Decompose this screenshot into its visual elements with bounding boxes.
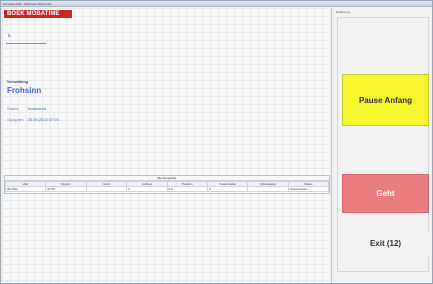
exit-label: Exit (12) <box>369 239 402 248</box>
left-panel: BOEK MOBATIME ↳ Verwaltung Frohsinn Stat… <box>2 8 332 283</box>
right-panel: Erfassung Pause Anfang Geht Exit (12) <box>334 8 432 283</box>
booking-grid: Zeit Region Grob Auftrag Position Kosten… <box>4 181 330 192</box>
status-value: Anwesend <box>27 106 47 111</box>
window-titlebar: Terminal 4411 - ${Sensor Client} Obj <box>1 1 432 7</box>
cell-auftrag: 0 <box>126 186 168 192</box>
cell-status: Anwesenheit <box>287 186 330 192</box>
cell-arbeitsgang <box>247 186 289 192</box>
status-row: Status Anwesend <box>7 106 46 111</box>
pause-start-button[interactable]: Pause Anfang <box>342 74 429 126</box>
exit-button[interactable]: Exit (12) <box>342 232 429 255</box>
app-window: Terminal 4411 - ${Sensor Client} Obj BOE… <box>0 0 433 284</box>
employee-name: Frohsinn <box>7 86 42 95</box>
nav-arrow-icon: ↳ <box>7 33 12 39</box>
section-label-text: Verwaltung <box>7 79 29 84</box>
section-label: Verwaltung <box>7 79 28 84</box>
cell-kostenstelle: 0 <box>206 186 249 192</box>
cell-zeit: 08.2013 <box>4 186 47 192</box>
since-row: Gung am 25.09.2013 07:03 <box>7 117 59 122</box>
cell-grob <box>85 186 128 192</box>
leave-button[interactable]: Geht <box>342 174 429 213</box>
status-label: Status <box>7 106 19 111</box>
panel-label: Erfassung <box>336 10 350 14</box>
since-value: 25.09.2013 07:03 <box>27 117 59 122</box>
since-label: Gung am <box>7 117 24 122</box>
table-row[interactable]: 08.2013 07:03 0 0.0 0 Anwesenheit <box>4 186 330 192</box>
cell-position: 0.0 <box>166 186 208 192</box>
brand-logo: BOEK MOBATIME <box>4 10 72 18</box>
window-title: Terminal 4411 - ${Sensor Client} Obj <box>3 2 52 6</box>
leave-label: Geht <box>376 189 395 198</box>
nav-divider <box>6 43 46 44</box>
cell-region: 07:03 <box>45 186 87 192</box>
pause-start-label: Pause Anfang <box>358 95 413 105</box>
booking-table: Buchungsliste Zeit Region Grob Auftrag P… <box>4 175 330 194</box>
